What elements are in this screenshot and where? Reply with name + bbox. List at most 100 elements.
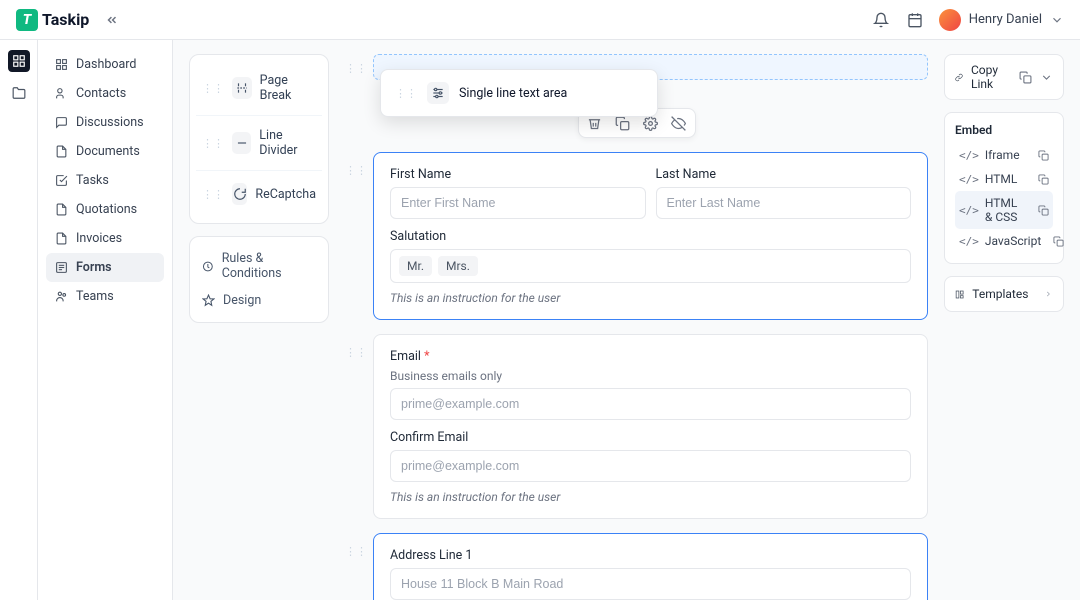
instruction-text: This is an instruction for the user bbox=[390, 490, 911, 504]
confirm-email-input[interactable] bbox=[390, 450, 911, 482]
field-helper: Business emails only bbox=[390, 369, 911, 383]
embed-item-htmlcss[interactable]: </>HTML & CSS bbox=[955, 191, 1053, 229]
chat-icon bbox=[54, 116, 68, 130]
user-menu[interactable]: Henry Daniel bbox=[939, 9, 1064, 31]
drag-handle-icon: ⋮⋮ bbox=[202, 188, 224, 201]
chevron-down-icon[interactable] bbox=[1040, 71, 1053, 84]
copy-icon[interactable] bbox=[1053, 236, 1064, 247]
tasks-icon bbox=[54, 174, 68, 188]
form-block-email[interactable]: Email * Business emails only Confirm Ema… bbox=[373, 334, 928, 519]
collapse-sidebar-button[interactable] bbox=[105, 13, 119, 27]
sidebar-item-dashboard[interactable]: Dashboard bbox=[46, 50, 164, 79]
sidebar: Dashboard Contacts Discussions Documents… bbox=[38, 40, 173, 600]
field-label: Address Line 1 bbox=[390, 548, 911, 563]
chevron-right-icon bbox=[1044, 288, 1053, 300]
sidebar-item-contacts[interactable]: Contacts bbox=[46, 79, 164, 108]
copy-icon[interactable] bbox=[1038, 174, 1049, 185]
palette-item-page-break[interactable]: ⋮⋮ Page Break bbox=[196, 61, 322, 116]
element-palette: ⋮⋮ Page Break ⋮⋮ Line Divider ⋮⋮ ReCaptc… bbox=[189, 54, 329, 586]
palette-item-recaptcha[interactable]: ⋮⋮ ReCaptcha bbox=[196, 171, 322, 217]
rail-item-grid[interactable] bbox=[8, 50, 30, 72]
sidebar-item-quotations[interactable]: Quotations bbox=[46, 195, 164, 224]
address-input[interactable] bbox=[390, 568, 911, 600]
code-icon: </> bbox=[959, 235, 979, 248]
canvas: ⋮⋮ Page Break ⋮⋮ Line Divider ⋮⋮ ReCaptc… bbox=[173, 40, 1080, 600]
sidebar-item-label: Dashboard bbox=[76, 57, 136, 72]
avatar bbox=[939, 9, 961, 31]
templates-icon bbox=[955, 288, 964, 301]
settings-design-button[interactable]: Design bbox=[198, 287, 320, 314]
tag[interactable]: Mrs. bbox=[438, 256, 478, 276]
embed-item-label: HTML bbox=[985, 172, 1018, 186]
drag-handle-icon: ⋮⋮ bbox=[395, 87, 417, 100]
copy-icon[interactable] bbox=[1038, 205, 1049, 216]
tag[interactable]: Mr. bbox=[399, 256, 432, 276]
field-label: Email * bbox=[390, 349, 911, 364]
embed-item-html[interactable]: </> HTML bbox=[955, 167, 1053, 191]
grid-icon bbox=[54, 58, 68, 72]
sidebar-item-invoices[interactable]: Invoices bbox=[46, 224, 164, 253]
field-label: Last Name bbox=[656, 167, 912, 182]
copy-button[interactable] bbox=[1019, 71, 1032, 84]
embed-item-label: JavaScript bbox=[985, 234, 1041, 248]
email-input[interactable] bbox=[390, 388, 911, 420]
team-icon bbox=[54, 290, 68, 304]
embed-item-iframe[interactable]: </> Iframe bbox=[955, 143, 1053, 167]
code-icon: </> bbox=[959, 173, 979, 186]
copy-link-card: Copy Link bbox=[944, 54, 1064, 100]
settings-item-label: Rules & Conditions bbox=[222, 251, 316, 281]
user-name: Henry Daniel bbox=[969, 12, 1042, 27]
palette-item-line-divider[interactable]: ⋮⋮ Line Divider bbox=[196, 116, 322, 171]
floating-element-label: Single line text area bbox=[459, 86, 567, 101]
drag-handle-icon[interactable]: ⋮⋮ bbox=[345, 346, 367, 359]
sidebar-item-discussions[interactable]: Discussions bbox=[46, 108, 164, 137]
form-block-address[interactable]: Address Line 1 bbox=[373, 533, 928, 600]
embed-title: Embed bbox=[955, 123, 1053, 137]
copy-link-label: Copy Link bbox=[971, 63, 1003, 91]
embed-item-js[interactable]: </> JavaScript bbox=[955, 229, 1053, 253]
code-icon: </> bbox=[959, 204, 979, 217]
settings-rules-button[interactable]: Rules & Conditions bbox=[198, 245, 320, 287]
calendar-button[interactable] bbox=[901, 6, 929, 34]
right-panel: Copy Link Embed </> Iframe </> HTML </>HTM… bbox=[944, 54, 1064, 586]
code-icon: </> bbox=[959, 149, 979, 162]
sidebar-item-label: Quotations bbox=[76, 202, 137, 217]
sidebar-item-label: Tasks bbox=[76, 173, 109, 188]
design-icon bbox=[202, 294, 215, 307]
last-name-input[interactable] bbox=[656, 187, 912, 219]
sidebar-item-teams[interactable]: Teams bbox=[46, 282, 164, 311]
drag-handle-icon[interactable]: ⋮⋮ bbox=[345, 164, 367, 177]
form-block-name[interactable]: First Name Last Name Salutation Mr. Mrs. bbox=[373, 152, 928, 320]
field-label: Confirm Email bbox=[390, 430, 911, 445]
palette-item-label: Page Break bbox=[260, 73, 316, 103]
topbar: T Taskip Henry Daniel bbox=[0, 0, 1080, 40]
embed-item-label: Iframe bbox=[985, 148, 1020, 162]
drop-zone[interactable]: ⋮⋮ Single line text area bbox=[373, 54, 928, 80]
instruction-text: This is an instruction for the user bbox=[390, 291, 911, 305]
sliders-icon bbox=[427, 82, 449, 104]
rail-item-folder[interactable] bbox=[8, 82, 30, 104]
templates-label: Templates bbox=[972, 287, 1028, 301]
sidebar-item-label: Contacts bbox=[76, 86, 126, 101]
notifications-button[interactable] bbox=[867, 6, 895, 34]
divider-icon bbox=[232, 132, 251, 154]
sidebar-item-forms[interactable]: Forms bbox=[46, 253, 164, 282]
sidebar-item-tasks[interactable]: Tasks bbox=[46, 166, 164, 195]
first-name-input[interactable] bbox=[390, 187, 646, 219]
logo[interactable]: T Taskip bbox=[16, 9, 89, 31]
dragging-element[interactable]: ⋮⋮ Single line text area bbox=[380, 69, 658, 117]
palette-item-label: Line Divider bbox=[259, 128, 316, 158]
salutation-input[interactable]: Mr. Mrs. bbox=[390, 249, 911, 283]
doc-icon bbox=[54, 232, 68, 246]
sidebar-item-documents[interactable]: Documents bbox=[46, 137, 164, 166]
drag-handle-icon[interactable]: ⋮⋮ bbox=[345, 62, 367, 75]
templates-button[interactable]: Templates bbox=[944, 276, 1064, 312]
copy-icon[interactable] bbox=[1038, 150, 1049, 161]
app-name: Taskip bbox=[42, 10, 89, 29]
left-rail bbox=[0, 40, 38, 600]
drag-handle-icon[interactable]: ⋮⋮ bbox=[345, 545, 367, 558]
hide-button[interactable] bbox=[670, 114, 688, 132]
sidebar-item-label: Discussions bbox=[76, 115, 144, 130]
palette-item-label: ReCaptcha bbox=[255, 187, 316, 202]
sidebar-item-label: Invoices bbox=[76, 231, 122, 246]
